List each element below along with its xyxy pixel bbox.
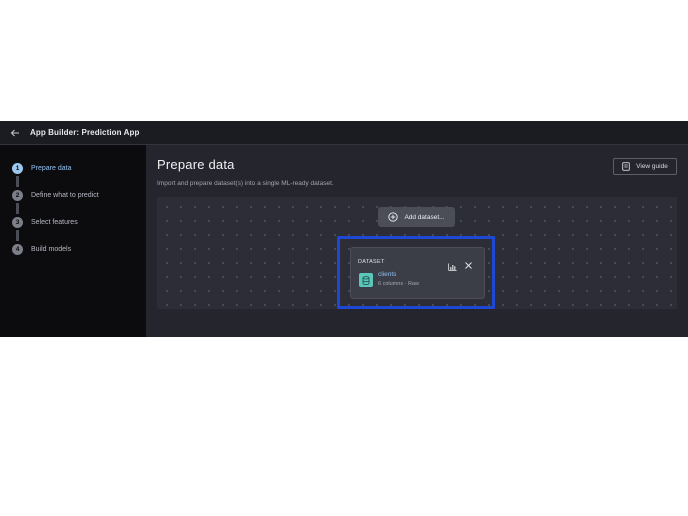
step-connector	[16, 176, 19, 187]
step-number: 2	[12, 190, 23, 201]
step-label: Prepare data	[31, 165, 72, 172]
add-dataset-label: Add dataset...	[404, 213, 445, 221]
step-prepare-data[interactable]: 1 Prepare data	[12, 163, 71, 174]
page-subtitle: Import and prepare dataset(s) into a sin…	[157, 180, 334, 187]
dataset-card[interactable]: DATASET clients 6 columns · Raw	[350, 247, 485, 299]
top-bar: App Builder: Prediction App	[0, 121, 688, 145]
view-guide-label: View guide	[636, 163, 668, 170]
dataset-meta: 6 columns · Raw	[378, 281, 419, 287]
back-button[interactable]	[0, 121, 30, 145]
view-guide-button[interactable]: View guide	[613, 158, 677, 175]
book-icon	[622, 162, 630, 171]
bar-chart-icon[interactable]	[448, 258, 457, 276]
step-connector	[16, 203, 19, 214]
step-label: Define what to predict	[31, 192, 99, 199]
add-dataset-button[interactable]: Add dataset...	[378, 207, 455, 227]
arrow-left-icon	[10, 129, 19, 136]
step-connector	[16, 230, 19, 241]
close-icon[interactable]	[464, 257, 473, 275]
page-title: Prepare data	[157, 157, 235, 172]
step-label: Select features	[31, 219, 78, 226]
plus-circle-icon	[388, 212, 399, 222]
step-define-what-to-predict[interactable]: 2 Define what to predict	[12, 190, 99, 201]
step-build-models[interactable]: 4 Build models	[12, 244, 71, 255]
step-number: 1	[12, 163, 23, 174]
dataset-name-link[interactable]: clients	[378, 271, 396, 278]
step-number: 3	[12, 217, 23, 228]
dataset-card-header: DATASET	[358, 259, 385, 265]
sidebar: 1 Prepare data 2 Define what to predict …	[0, 145, 146, 337]
step-label: Build models	[31, 246, 72, 253]
step-number: 4	[12, 244, 23, 255]
step-select-features[interactable]: 3 Select features	[12, 217, 78, 228]
app-title: App Builder: Prediction App	[30, 128, 140, 137]
database-icon	[359, 273, 373, 287]
